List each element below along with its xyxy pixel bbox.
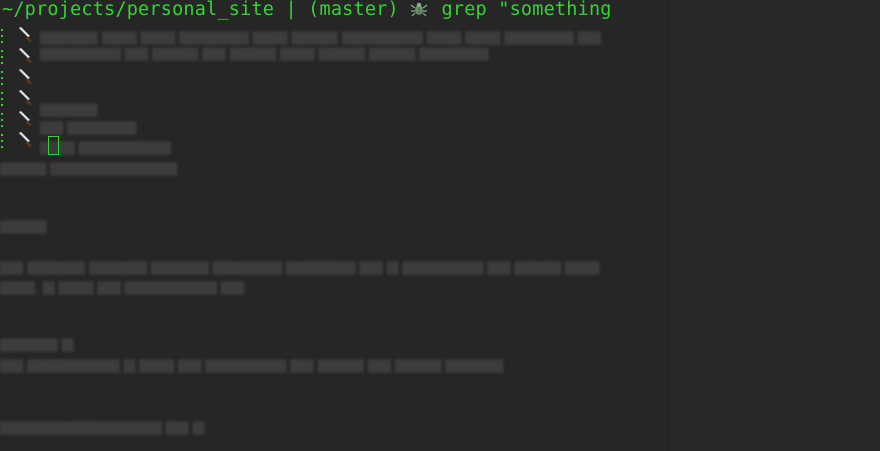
knife-icon bbox=[16, 109, 34, 127]
knife-icon bbox=[16, 130, 34, 148]
continuation-marker bbox=[1, 70, 4, 85]
prompt-line: ~/projects/personal_site | (master) grep… bbox=[2, 0, 612, 22]
text-cursor bbox=[48, 136, 59, 155]
continuation-marker bbox=[1, 112, 4, 127]
knife-icon bbox=[16, 67, 34, 85]
continuation-line bbox=[0, 45, 60, 66]
knife-icon bbox=[16, 46, 34, 64]
prompt-separator: | bbox=[274, 0, 309, 20]
prompt-branch: (master) bbox=[308, 0, 399, 20]
continuation-line bbox=[0, 87, 60, 108]
prompt-path: ~/projects/personal_site bbox=[2, 0, 275, 20]
continuation-line bbox=[0, 24, 60, 45]
continuation-marker bbox=[1, 91, 4, 106]
continuation-marker bbox=[1, 28, 4, 43]
continuation-line bbox=[0, 66, 60, 87]
knife-icon bbox=[16, 88, 34, 106]
knife-icon bbox=[16, 25, 34, 43]
right-pane bbox=[668, 0, 880, 451]
bug-icon bbox=[410, 0, 428, 17]
continuation-line bbox=[0, 108, 60, 129]
terminal-window[interactable]: ▆▆▆▆▆ ▆▆▆ ▆▆▆ ▆▆▆▆▆▆ ▆▆▆ ▆▆▆▆ ▆▆▆▆▆▆▆ ▆▆… bbox=[0, 0, 880, 451]
continuation-marker bbox=[1, 133, 4, 148]
continuation-marker bbox=[1, 49, 4, 64]
background-window-ghost: ▆▆▆▆▆ ▆▆▆ ▆▆▆ ▆▆▆▆▆▆ ▆▆▆ ▆▆▆▆ ▆▆▆▆▆▆▆ ▆▆… bbox=[0, 28, 601, 435]
command-text: grep "something bbox=[441, 0, 612, 20]
